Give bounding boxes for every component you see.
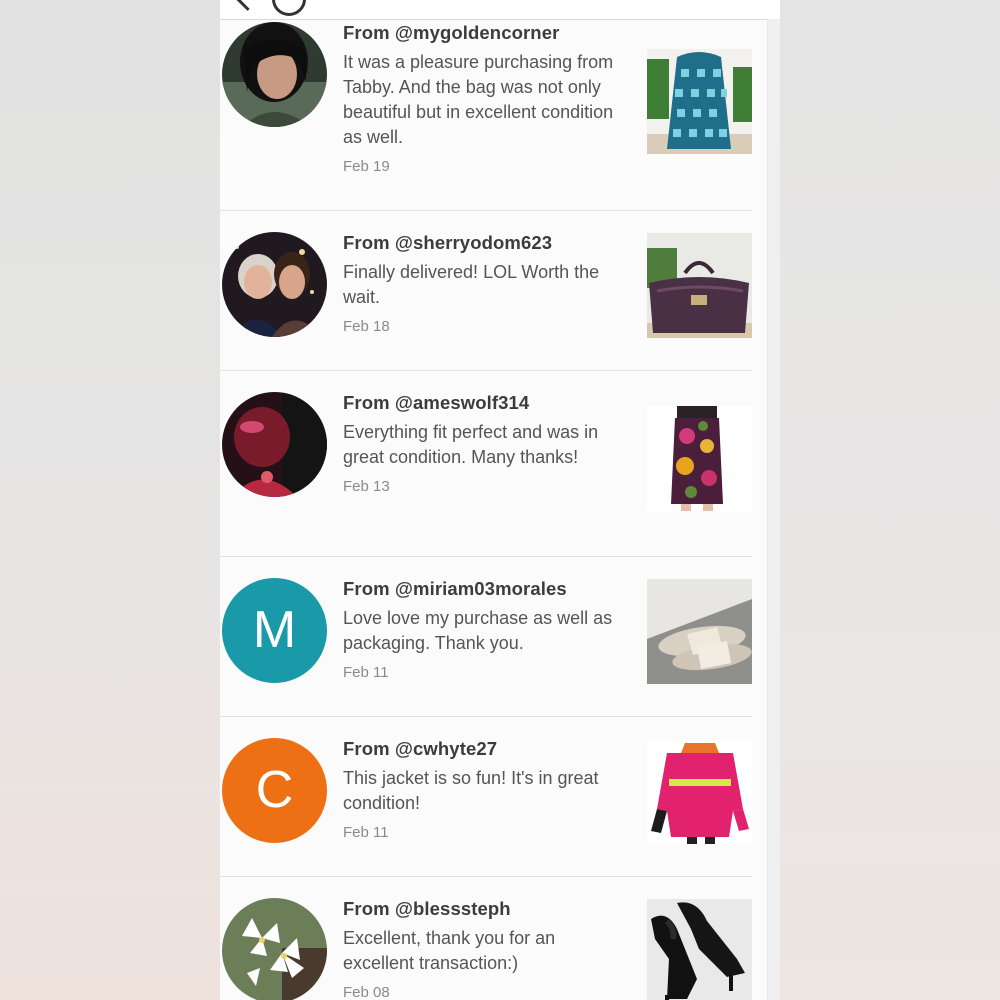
review-handle[interactable]: From @sherryodom623 <box>343 231 623 255</box>
background-right <box>780 0 1000 1000</box>
review-message: It was a pleasure purchasing from Tabby.… <box>343 52 614 147</box>
review-date: Feb 08 <box>343 984 390 1000</box>
item-thumbnail[interactable] <box>647 739 752 844</box>
review-message: Love love my purchase as well as packagi… <box>343 608 613 653</box>
item-thumbnail[interactable] <box>647 579 752 684</box>
list-item[interactable]: From @mygoldencorner It was a pleasure p… <box>220 19 752 211</box>
scrollbar[interactable] <box>767 19 780 1000</box>
list-item[interactable]: M From @miriam03morales Love love my pur… <box>220 556 752 717</box>
avatar-letter: C <box>255 761 294 819</box>
review-meta: From @cwhyte27 This jacket is so fun! It… <box>343 737 623 841</box>
review-meta: From @mygoldencorner It was a pleasure p… <box>343 21 623 175</box>
review-meta: From @miriam03morales Love love my purch… <box>343 577 623 681</box>
list-item[interactable]: C From @cwhyte27 This jacket is so fun! … <box>220 716 752 877</box>
item-thumbnail[interactable] <box>647 233 752 338</box>
list-item[interactable]: From @sherryodom623 Finally delivered! L… <box>220 210 752 371</box>
review-meta: From @ameswolf314 Everything fit perfect… <box>343 391 623 495</box>
avatar[interactable]: M <box>222 578 327 683</box>
review-meta: From @blesssteph Excellent, thank you fo… <box>343 897 623 1000</box>
avatar[interactable]: C <box>222 738 327 843</box>
avatar[interactable] <box>222 22 327 127</box>
back-arrow-icon[interactable] <box>234 0 261 11</box>
avatar-letter: M <box>252 601 297 659</box>
top-bar <box>220 0 780 20</box>
review-date: Feb 11 <box>343 664 389 681</box>
review-handle[interactable]: From @cwhyte27 <box>343 737 623 761</box>
phone-screen: From @mygoldencorner It was a pleasure p… <box>220 0 780 1000</box>
review-message: Finally delivered! LOL Worth the wait. <box>343 262 600 307</box>
review-handle[interactable]: From @blesssteph <box>343 897 623 921</box>
review-date: Feb 19 <box>343 158 390 175</box>
review-meta: From @sherryodom623 Finally delivered! L… <box>343 231 623 335</box>
search-icon[interactable] <box>272 0 306 16</box>
list-item[interactable]: From @blesssteph Excellent, thank you fo… <box>220 876 752 1000</box>
item-thumbnail[interactable] <box>647 899 752 1000</box>
review-message: Everything fit perfect and was in great … <box>343 422 599 467</box>
background-left <box>0 0 220 1000</box>
review-date: Feb 18 <box>343 318 390 335</box>
review-handle[interactable]: From @miriam03morales <box>343 577 623 601</box>
review-message: This jacket is so fun! It's in great con… <box>343 768 599 813</box>
item-thumbnail[interactable] <box>647 49 752 154</box>
avatar[interactable] <box>222 232 327 337</box>
review-handle[interactable]: From @ameswolf314 <box>343 391 623 415</box>
review-message: Excellent, thank you for an excellent tr… <box>343 928 556 973</box>
review-handle[interactable]: From @mygoldencorner <box>343 21 623 45</box>
item-thumbnail[interactable] <box>647 406 752 511</box>
avatar[interactable] <box>222 898 327 1000</box>
review-date: Feb 11 <box>343 824 389 841</box>
avatar[interactable] <box>222 392 327 497</box>
review-date: Feb 13 <box>343 478 390 495</box>
list-item[interactable]: From @ameswolf314 Everything fit perfect… <box>220 370 752 557</box>
